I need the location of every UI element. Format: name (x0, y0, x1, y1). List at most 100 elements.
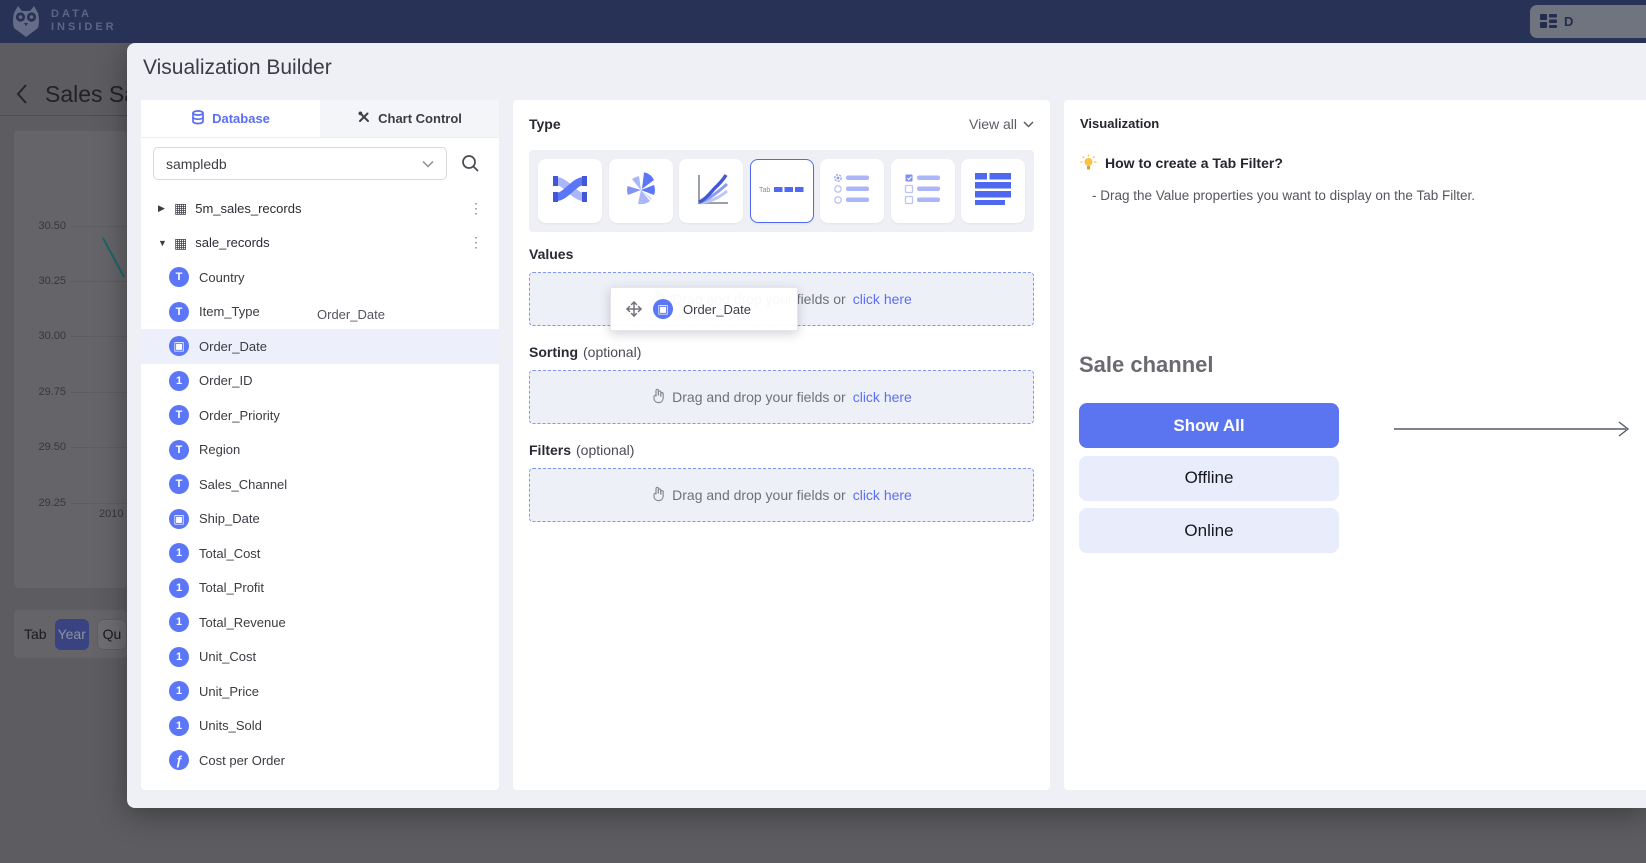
dropzone-click-here-link[interactable]: click here (853, 487, 912, 503)
field-row[interactable]: Unit_Cost (141, 640, 499, 675)
svg-text:Tab: Tab (759, 187, 770, 194)
field-row[interactable]: Total_Revenue (141, 605, 499, 640)
field-name: Order_ID (199, 373, 252, 388)
field-row[interactable]: Order_ID (141, 364, 499, 399)
drag-hand-slot (651, 388, 665, 407)
field-type-icon (169, 750, 189, 770)
table-name: 5m_sales_records (195, 201, 301, 216)
table-icon: ▦ (174, 201, 187, 215)
dashboards-button-label: D (1564, 14, 1573, 29)
brand-text: DATA INSIDER (51, 8, 117, 34)
field-type-icon (169, 681, 189, 701)
field-row[interactable]: Cost per Order (141, 743, 499, 778)
chart-type-card[interactable] (609, 159, 673, 223)
chart-type-icon-slot (975, 173, 1011, 210)
filters-dropzone[interactable]: Drag and drop your fields or click here (529, 468, 1034, 522)
field-row[interactable]: Country (141, 260, 499, 295)
chart-type-icon-slot (833, 173, 871, 210)
field-name: Order_Date (199, 339, 267, 354)
database-icon (191, 110, 205, 125)
database-select-value: sampledb (166, 156, 227, 172)
expand-caret-icon[interactable] (158, 203, 174, 214)
sorting-dropzone[interactable]: Drag and drop your fields or click here (529, 370, 1034, 424)
field-row[interactable]: Order_Date (141, 329, 499, 364)
chart-type-card[interactable] (538, 159, 602, 223)
builder-panel: Type View all (513, 100, 1050, 790)
field-name: Region (199, 442, 240, 457)
chart-type-icon-slot (549, 169, 591, 214)
chart-type-card[interactable] (961, 159, 1025, 223)
lightbulb-icon (1080, 154, 1097, 171)
expand-caret-icon[interactable] (158, 238, 174, 248)
line-chart-icon (691, 169, 731, 209)
field-row[interactable]: Units_Sold (141, 709, 499, 744)
sorting-section-label: Sorting (529, 344, 578, 360)
database-select[interactable]: sampledb (153, 147, 447, 180)
filters-optional-label: (optional) (576, 442, 634, 458)
chart-type-card[interactable] (820, 159, 884, 223)
field-name: Unit_Price (199, 684, 259, 699)
checkbox-list-icon (904, 173, 942, 205)
preview-tab-button[interactable]: Offline (1079, 456, 1339, 501)
table-row[interactable]: ▦ 5m_sales_records ⋮ (141, 191, 499, 226)
panel-tab[interactable]: Database (141, 100, 320, 137)
panel-tab-label: Database (212, 111, 270, 126)
panel-tab-label: Chart Control (378, 111, 462, 126)
dragging-field-chip[interactable]: Order_Date (610, 287, 798, 331)
field-name: Order_Priority (199, 408, 280, 423)
chart-type-icon-slot (621, 169, 661, 214)
field-list: Country Item_Type Order_Date Ord (141, 260, 499, 778)
field-type-icon (169, 509, 189, 529)
field-type-icon (169, 440, 189, 460)
field-row[interactable]: Total_Profit (141, 571, 499, 606)
dropzone-click-here-link[interactable]: click here (853, 291, 912, 307)
field-name: Total_Profit (199, 580, 264, 595)
chart-type-strip: Tab (529, 150, 1034, 232)
field-row[interactable]: Sales_Channel (141, 467, 499, 502)
field-type-icon (169, 302, 189, 322)
tab-filter-icon: Tab (759, 182, 805, 196)
field-name: Ship_Date (199, 511, 260, 526)
values-section-label: Values (529, 246, 573, 262)
field-name: Total_Cost (199, 546, 260, 561)
filters-section-label: Filters (529, 442, 571, 458)
search-button[interactable] (461, 154, 480, 173)
tip-title: How to create a Tab Filter? (1105, 155, 1283, 171)
table-icon: ▦ (174, 236, 187, 250)
field-type-icon (169, 716, 189, 736)
field-type-icon (169, 578, 189, 598)
dashboards-button[interactable]: D (1530, 5, 1646, 38)
table-name: sale_records (195, 235, 269, 250)
preview-tab-button[interactable]: Online (1079, 508, 1339, 553)
dashboard-grid-icon (1540, 14, 1557, 29)
field-name: Units_Sold (199, 718, 262, 733)
panel-tabbar: Database Chart Control (141, 100, 499, 138)
chart-type-icon-slot (904, 173, 942, 210)
table-menu-button[interactable]: ⋮ (469, 200, 483, 217)
table-chart-icon (975, 173, 1011, 205)
field-row[interactable]: Total_Cost (141, 536, 499, 571)
field-row[interactable]: Ship_Date (141, 502, 499, 537)
table-row[interactable]: ▦ sale_records ⋮ (141, 226, 499, 261)
chart-type-card[interactable] (679, 159, 743, 223)
panel-tab-icon (357, 110, 371, 127)
field-name: Total_Revenue (199, 615, 286, 630)
tip-body: - Drag the Value properties you want to … (1092, 188, 1475, 203)
view-all-button[interactable]: View all (969, 116, 1034, 132)
dropzone-click-here-link[interactable]: click here (853, 389, 912, 405)
field-type-icon (169, 405, 189, 425)
dropzone-text: Drag and drop your fields or (672, 389, 846, 405)
panel-tab[interactable]: Chart Control (320, 100, 499, 137)
table-menu-button[interactable]: ⋮ (469, 234, 483, 251)
chart-type-icon-slot: Tab (759, 182, 805, 201)
drag-source-ghost-label: Order_Date (317, 307, 385, 322)
field-row[interactable]: Unit_Price (141, 674, 499, 709)
preview-tab-button[interactable]: Show All (1079, 403, 1339, 448)
chart-type-card[interactable] (891, 159, 955, 223)
field-row[interactable]: Order_Priority (141, 398, 499, 433)
chart-type-card[interactable]: Tab (750, 159, 814, 223)
field-row[interactable]: Region (141, 433, 499, 468)
field-type-icon (169, 612, 189, 632)
pie-chart-icon (621, 169, 661, 209)
dropzone-text: Drag and drop your fields or (672, 487, 846, 503)
